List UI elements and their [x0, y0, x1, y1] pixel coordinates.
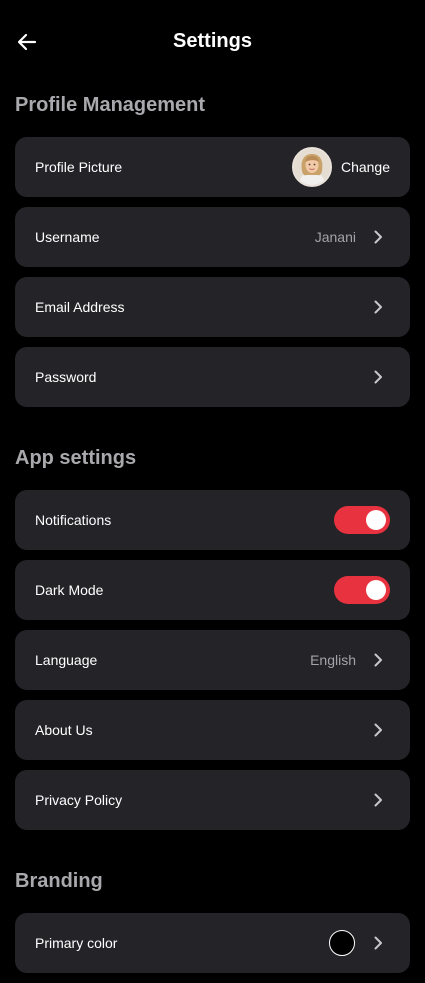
password-label: Password	[35, 369, 97, 385]
language-row[interactable]: Language English	[15, 630, 410, 690]
user-avatar-icon	[294, 149, 330, 185]
toggle-knob	[366, 510, 386, 530]
chevron-right-icon	[374, 370, 382, 384]
password-row[interactable]: Password	[15, 347, 410, 407]
username-value: Janani	[314, 229, 356, 245]
section-title-profile-management: Profile Management	[15, 94, 206, 116]
primary-color-row[interactable]: Primary color	[15, 913, 410, 973]
username-label: Username	[35, 229, 100, 245]
dark-mode-label: Dark Mode	[35, 582, 104, 598]
primary-color-label: Primary color	[35, 935, 118, 951]
dark-mode-toggle[interactable]	[334, 576, 390, 604]
privacy-policy-label: Privacy Policy	[35, 792, 123, 808]
notifications-row: Notifications	[15, 490, 410, 550]
about-us-label: About Us	[35, 722, 93, 738]
notifications-label: Notifications	[35, 512, 112, 528]
primary-color-swatch[interactable]	[329, 930, 355, 956]
section-title-branding: Branding	[15, 870, 103, 892]
page-title: Settings	[173, 30, 252, 52]
chevron-right-icon	[374, 300, 382, 314]
chevron-right-icon	[374, 723, 382, 737]
username-row[interactable]: Username Janani	[15, 207, 410, 267]
language-label: Language	[35, 652, 98, 668]
language-value: English	[310, 652, 356, 668]
change-picture-button[interactable]: Change	[341, 137, 390, 197]
about-us-row[interactable]: About Us	[15, 700, 410, 760]
email-address-row[interactable]: Email Address	[15, 277, 410, 337]
chevron-right-icon	[374, 936, 382, 950]
privacy-policy-row[interactable]: Privacy Policy	[15, 770, 410, 830]
top-bar: Settings	[0, 0, 425, 84]
chevron-right-icon	[374, 793, 382, 807]
avatar[interactable]	[292, 147, 332, 187]
email-address-label: Email Address	[35, 299, 125, 315]
toggle-knob	[366, 580, 386, 600]
section-title-app-settings: App settings	[15, 447, 137, 469]
chevron-right-icon	[374, 230, 382, 244]
dark-mode-row: Dark Mode	[15, 560, 410, 620]
chevron-right-icon	[374, 653, 382, 667]
settings-screen: Settings Profile Management Profile Pict…	[0, 0, 425, 983]
profile-picture-label: Profile Picture	[35, 159, 123, 175]
profile-picture-row: Profile Picture Change	[15, 137, 410, 197]
notifications-toggle[interactable]	[334, 506, 390, 534]
